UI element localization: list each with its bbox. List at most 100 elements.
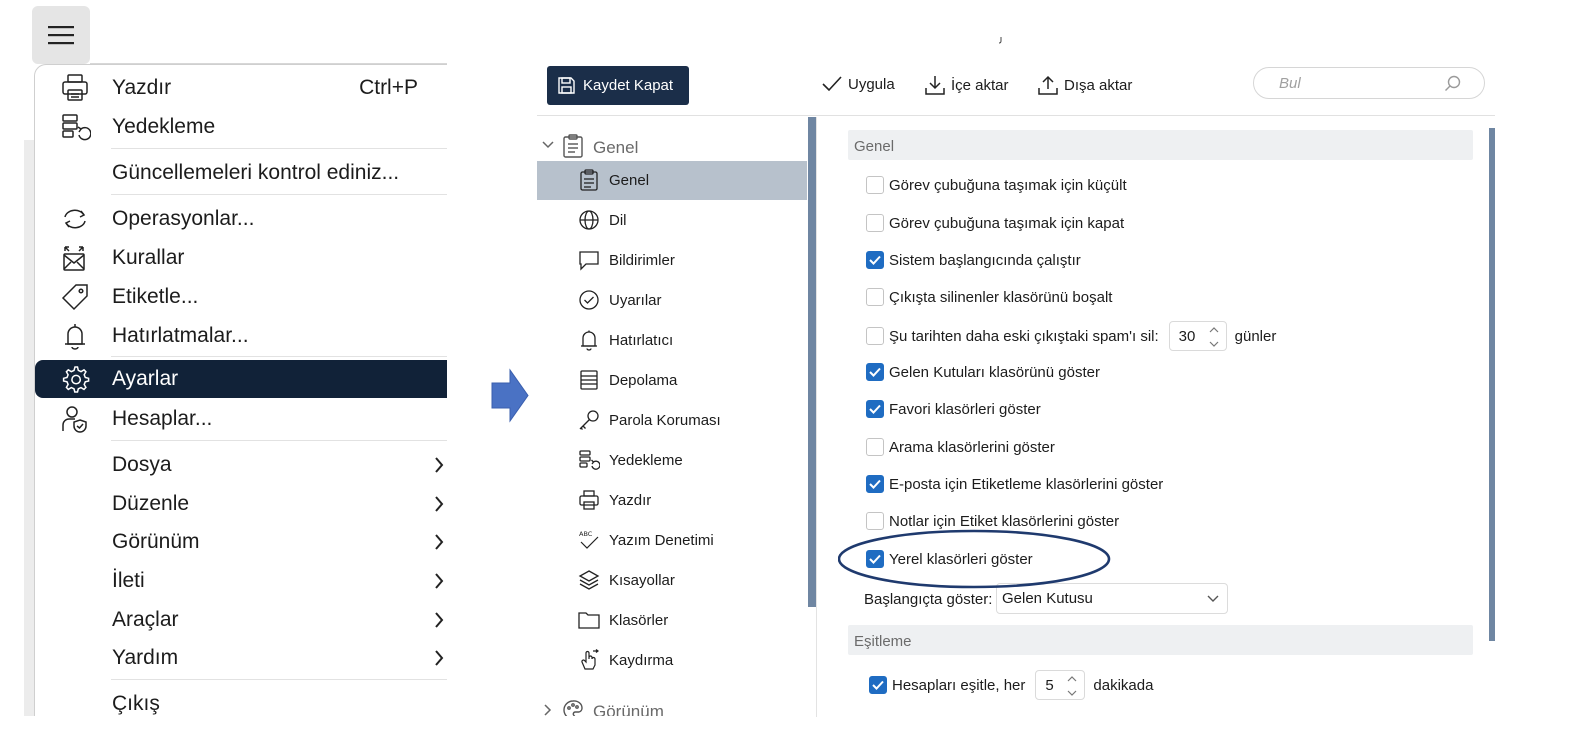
sidebar-group-general[interactable]: Genel xyxy=(537,128,807,164)
menu-item-message[interactable]: İleti xyxy=(35,562,447,600)
option-sync-accounts[interactable]: Hesapları eşitle, her 5 dakikada xyxy=(869,669,1153,701)
key-icon xyxy=(579,410,599,430)
checkbox-checked[interactable] xyxy=(869,676,887,694)
option-empty-trash-on-exit[interactable]: Çıkışta silinenler klasörünü boşalt xyxy=(866,285,1112,309)
menu-item-reminders[interactable]: Hatırlatmalar... xyxy=(35,317,447,355)
option-label: Şu tarihten daha eski çıkıştaki spam'ı s… xyxy=(889,327,1159,345)
background-window-edge xyxy=(24,140,34,716)
menu-separator xyxy=(111,194,447,195)
sidebar-item-print[interactable]: Yazdır xyxy=(537,481,807,520)
sidebar-item-label: Yazım Denetimi xyxy=(609,532,714,549)
sidebar-scrollbar[interactable] xyxy=(808,117,816,607)
sidebar-item-language[interactable]: Dil xyxy=(537,201,807,240)
option-run-at-startup[interactable]: Sistem başlangıcında çalıştır xyxy=(866,248,1081,272)
menu-item-label: Görünüm xyxy=(112,530,200,553)
checkbox[interactable] xyxy=(866,214,884,232)
sidebar-item-label: Hatırlatıcı xyxy=(609,332,674,349)
sidebar-item-backup[interactable]: Yedekleme xyxy=(537,441,807,480)
chevron-down-icon xyxy=(542,141,554,149)
stepper-arrows-icon[interactable] xyxy=(1208,325,1220,349)
menu-separator xyxy=(111,679,447,680)
download-icon xyxy=(925,76,945,95)
option-label: Notlar için Etiket klasörlerini göster xyxy=(889,512,1120,530)
checkbox[interactable] xyxy=(866,176,884,194)
search-box[interactable] xyxy=(1253,67,1485,99)
option-show-search-folders[interactable]: Arama klasörlerini göster xyxy=(866,435,1055,459)
startup-dropdown[interactable]: Gelen Kutusu xyxy=(996,583,1228,614)
menu-item-operations[interactable]: Operasyonlar... xyxy=(35,200,447,238)
sidebar-item-shortcuts[interactable]: Kısayollar xyxy=(537,561,807,600)
sidebar-group-view[interactable]: Görünüm xyxy=(537,692,807,716)
menu-item-settings[interactable]: Ayarlar xyxy=(35,360,447,398)
sidebar-item-label: Yedekleme xyxy=(609,452,683,469)
export-button[interactable]: Dışa aktar xyxy=(1037,74,1132,96)
import-button[interactable]: İçe aktar xyxy=(924,74,1009,96)
menu-item-label: Güncellemeleri kontrol ediniz... xyxy=(112,161,400,184)
sidebar-item-password[interactable]: Parola Koruması xyxy=(537,401,807,440)
sidebar-group-label: Görünüm xyxy=(593,702,664,716)
sync-minutes-stepper[interactable]: 5 xyxy=(1035,670,1086,700)
menu-item-print[interactable]: Yazdır Ctrl+P xyxy=(35,69,447,107)
chevron-right-icon xyxy=(435,650,444,666)
checkbox-checked[interactable] xyxy=(866,363,884,381)
save-icon xyxy=(558,77,575,94)
storage-icon xyxy=(580,370,598,390)
option-show-favorites[interactable]: Favori klasörleri göster xyxy=(866,397,1041,421)
sidebar-item-storage[interactable]: Depolama xyxy=(537,361,807,400)
startup-label: Başlangıçta göster: xyxy=(864,591,993,608)
checkbox-checked[interactable] xyxy=(866,550,884,568)
layers-icon xyxy=(578,570,600,590)
option-show-inboxes[interactable]: Gelen Kutuları klasörünü göster xyxy=(866,360,1100,384)
sync-icon xyxy=(64,209,86,229)
option-show-local-folders[interactable]: Yerel klasörleri göster xyxy=(866,547,1033,571)
menu-item-check-updates[interactable]: Güncellemeleri kontrol ediniz... xyxy=(35,154,447,192)
menu-item-edit[interactable]: Düzenle xyxy=(35,485,447,523)
checkbox-checked[interactable] xyxy=(866,400,884,418)
menu-item-label: İleti xyxy=(112,569,145,592)
checkbox[interactable] xyxy=(866,327,884,345)
option-close-to-tray[interactable]: Görev çubuğuna taşımak için kapat xyxy=(866,211,1124,235)
checkbox-checked[interactable] xyxy=(866,251,884,269)
sidebar-item-label: Dil xyxy=(609,212,627,229)
stepper-arrows-icon[interactable] xyxy=(1066,674,1078,698)
account-shield-icon xyxy=(62,406,87,433)
save-close-button[interactable]: Kaydet Kapat xyxy=(547,66,689,105)
sidebar-item-label: Yazdır xyxy=(609,492,652,509)
menu-item-tag[interactable]: Etiketle... xyxy=(35,278,447,316)
sidebar-item-spellcheck[interactable]: ABC Yazım Denetimi xyxy=(537,521,807,560)
checkbox-checked[interactable] xyxy=(866,475,884,493)
days-stepper[interactable]: 30 xyxy=(1168,321,1227,351)
sidebar-item-reminder[interactable]: Hatırlatıcı xyxy=(537,321,807,360)
option-show-email-tag-folders[interactable]: E-posta için Etiketleme klasörlerini gös… xyxy=(866,472,1163,496)
checkbox[interactable] xyxy=(866,288,884,306)
sidebar-item-alerts[interactable]: Uyarılar xyxy=(537,281,807,320)
search-icon[interactable] xyxy=(1444,75,1462,93)
menu-item-help[interactable]: Yardım xyxy=(35,639,447,677)
sidebar-item-notifications[interactable]: Bildirimler xyxy=(537,241,807,280)
hamburger-menu-button[interactable] xyxy=(32,6,90,64)
menu-item-tools[interactable]: Araçlar xyxy=(35,601,447,639)
sidebar-item-scrolling[interactable]: Kaydırma xyxy=(537,641,807,680)
section-header-sync: Eşitleme xyxy=(848,625,1473,655)
search-input[interactable] xyxy=(1277,73,1437,93)
menu-item-accounts[interactable]: Hesaplar... xyxy=(35,400,447,438)
checkbox[interactable] xyxy=(866,438,884,456)
clipboard-icon xyxy=(563,134,583,158)
menu-item-backup[interactable]: Yedekleme xyxy=(35,108,447,146)
backup-icon xyxy=(579,450,600,470)
content-scrollbar[interactable] xyxy=(1489,128,1495,641)
option-delete-old-spam[interactable]: Şu tarihten daha eski çıkıştaki spam'ı s… xyxy=(866,320,1276,352)
menu-item-rules[interactable]: Kurallar xyxy=(35,239,447,277)
checkbox[interactable] xyxy=(866,512,884,530)
sidebar-item-label: Bildirimler xyxy=(609,252,675,269)
sidebar-item-folders[interactable]: Klasörler xyxy=(537,601,807,640)
option-show-notes-tag-folders[interactable]: Notlar için Etiket klasörlerini göster xyxy=(866,509,1119,533)
apply-button[interactable]: Uygula xyxy=(821,74,895,94)
menu-item-exit[interactable]: Çıkış xyxy=(35,685,447,716)
menu-item-file[interactable]: Dosya xyxy=(35,446,447,484)
option-minimize-to-tray[interactable]: Görev çubuğuna taşımak için küçült xyxy=(866,173,1127,197)
right-arrow-icon xyxy=(491,368,529,423)
menu-item-view[interactable]: Görünüm xyxy=(35,523,447,561)
sidebar-item-label: Klasörler xyxy=(609,612,669,629)
sidebar-item-general[interactable]: Genel xyxy=(537,161,807,200)
